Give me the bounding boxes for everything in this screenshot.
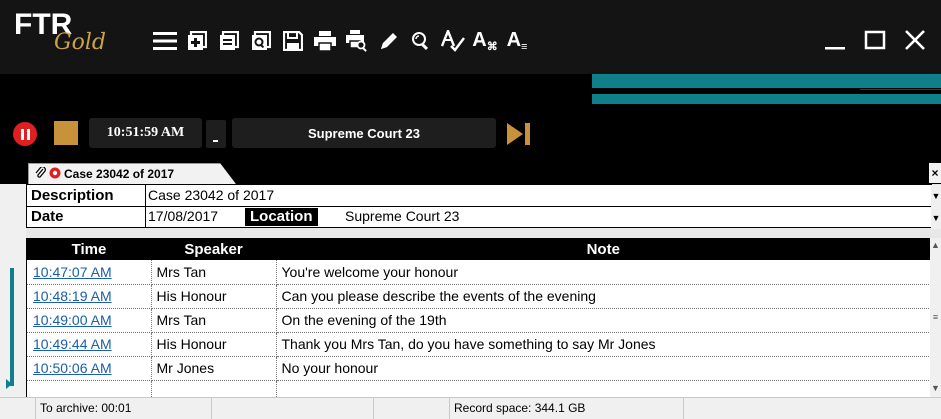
pause-record-button[interactable] [13, 122, 37, 146]
print-icon[interactable] [310, 26, 340, 56]
location-field[interactable]: Supreme Court 23 [345, 208, 459, 224]
tab-case[interactable]: Case 23042 of 2017 [28, 163, 236, 184]
zoom-search-icon[interactable] [406, 26, 436, 56]
note-text[interactable]: No your honour [276, 356, 931, 381]
column-header-time[interactable]: Time [27, 238, 151, 260]
note-time-link[interactable]: 10:48:19 AM [27, 284, 152, 309]
ftr-gold-logo: FTR Gold [14, 8, 124, 64]
table-row[interactable]: 10:47:07 AM Mrs Tan You're welcome your … [27, 260, 931, 285]
header-dropdown-icon-2[interactable]: ▼ [931, 207, 941, 229]
paperclip-icon [35, 165, 46, 182]
new-session-icon[interactable] [182, 26, 212, 56]
note-speaker[interactable]: His Honour [151, 332, 277, 357]
toolbar: A⌘ A≡ [150, 24, 534, 58]
archive-status: To archive: 00:01 [36, 398, 212, 419]
text-format-icon[interactable]: A⌘ [470, 26, 500, 56]
text-list-icon[interactable]: A≡ [502, 26, 532, 56]
search-session-icon[interactable] [246, 26, 276, 56]
menu-icon[interactable] [150, 26, 180, 56]
table-row[interactable]: 10:50:06 AM Mr Jones No your honour [27, 356, 931, 381]
timeline-strip[interactable] [0, 184, 26, 397]
column-header-note[interactable]: Note [276, 238, 931, 260]
note-text[interactable]: Can you please describe the events of th… [276, 284, 931, 309]
minimize-button[interactable] [815, 22, 855, 58]
note-time-link[interactable]: 10:47:07 AM [27, 260, 152, 285]
date-label: Date [31, 208, 64, 225]
channel-selector[interactable] [206, 120, 226, 148]
tab-close-button[interactable]: × [929, 163, 941, 183]
note-speaker[interactable]: His Honour [151, 284, 277, 309]
audio-level-meter [0, 74, 941, 106]
timeline-marker [10, 268, 14, 386]
description-label: Description [31, 187, 114, 204]
timeline-position-icon [6, 379, 12, 389]
open-session-icon[interactable] [214, 26, 244, 56]
note-speaker[interactable]: Mrs Tan [151, 308, 277, 333]
recording-icon [49, 167, 61, 182]
title-bar: FTR Gold A⌘ A≡ [0, 0, 941, 74]
note-speaker[interactable]: Mrs Tan [151, 260, 277, 285]
transport-bar: 10:51:59 AM Supreme Court 23 [0, 106, 941, 160]
play-to-end-button[interactable] [505, 121, 535, 147]
scroll-down-icon[interactable]: ▼ [930, 383, 941, 393]
description-field[interactable]: Case 23042 of 2017 [148, 187, 274, 203]
note-time-link[interactable]: 10:49:00 AM [27, 308, 152, 333]
pause-icon [20, 128, 24, 140]
spell-check-icon[interactable] [438, 26, 468, 56]
note-time-link[interactable]: 10:49:44 AM [27, 332, 152, 357]
notes-scrollbar[interactable]: ▲ ≡ ▼ [930, 238, 941, 397]
table-row[interactable]: 10:49:00 AM Mrs Tan On the evening of th… [27, 308, 931, 333]
stop-button[interactable] [54, 121, 78, 145]
date-field[interactable]: 17/08/2017 [148, 208, 218, 224]
location-display: Supreme Court 23 [232, 118, 496, 148]
note-text[interactable]: Thank you Mrs Tan, do you have something… [276, 332, 931, 357]
table-row[interactable]: 10:49:44 AM His Honour Thank you Mrs Tan… [27, 332, 931, 357]
header-scrollbar[interactable]: ▼ ▼ [931, 185, 941, 229]
note-text[interactable]: You're welcome your honour [276, 260, 931, 285]
close-button[interactable] [895, 22, 935, 58]
scroll-grip-icon[interactable]: ≡ [930, 312, 941, 322]
tab-label: Case 23042 of 2017 [64, 167, 175, 181]
print-preview-icon[interactable] [342, 26, 372, 56]
skip-forward-icon [507, 123, 530, 145]
tab-strip: Case 23042 of 2017 × [0, 160, 941, 184]
maximize-button[interactable] [855, 22, 895, 58]
save-icon[interactable] [278, 26, 308, 56]
level-peak-line [860, 89, 941, 90]
logo-sub-text: Gold [54, 30, 106, 55]
scroll-up-icon[interactable]: ▲ [930, 240, 941, 250]
level-bar-channel-2 [592, 94, 941, 104]
status-bar: To archive: 00:01 Record space: 344.1 GB [0, 397, 941, 419]
table-row[interactable]: 10:48:19 AM His Honour Can you please de… [27, 284, 931, 309]
session-content: Description Case 23042 of 2017 Date 17/0… [0, 184, 941, 405]
header-dropdown-icon-1[interactable]: ▼ [931, 185, 941, 207]
note-time-link[interactable]: 10:50:06 AM [27, 356, 152, 381]
location-label: Location [245, 208, 318, 226]
level-bar-channel-1 [592, 74, 941, 88]
record-space-status: Record space: 344.1 GB [450, 398, 684, 419]
note-speaker[interactable]: Mr Jones [151, 356, 277, 381]
column-header-speaker[interactable]: Speaker [151, 238, 276, 260]
annotate-pen-icon[interactable] [374, 26, 404, 56]
notes-grid: Time Speaker Note 10:47:07 AM Mrs Tan Yo… [26, 238, 941, 405]
current-time-display: 10:51:59 AM [89, 118, 202, 148]
note-text[interactable]: On the evening of the 19th [276, 308, 931, 333]
window-controls [815, 22, 935, 58]
case-header: Description Case 23042 of 2017 Date 17/0… [26, 184, 941, 229]
